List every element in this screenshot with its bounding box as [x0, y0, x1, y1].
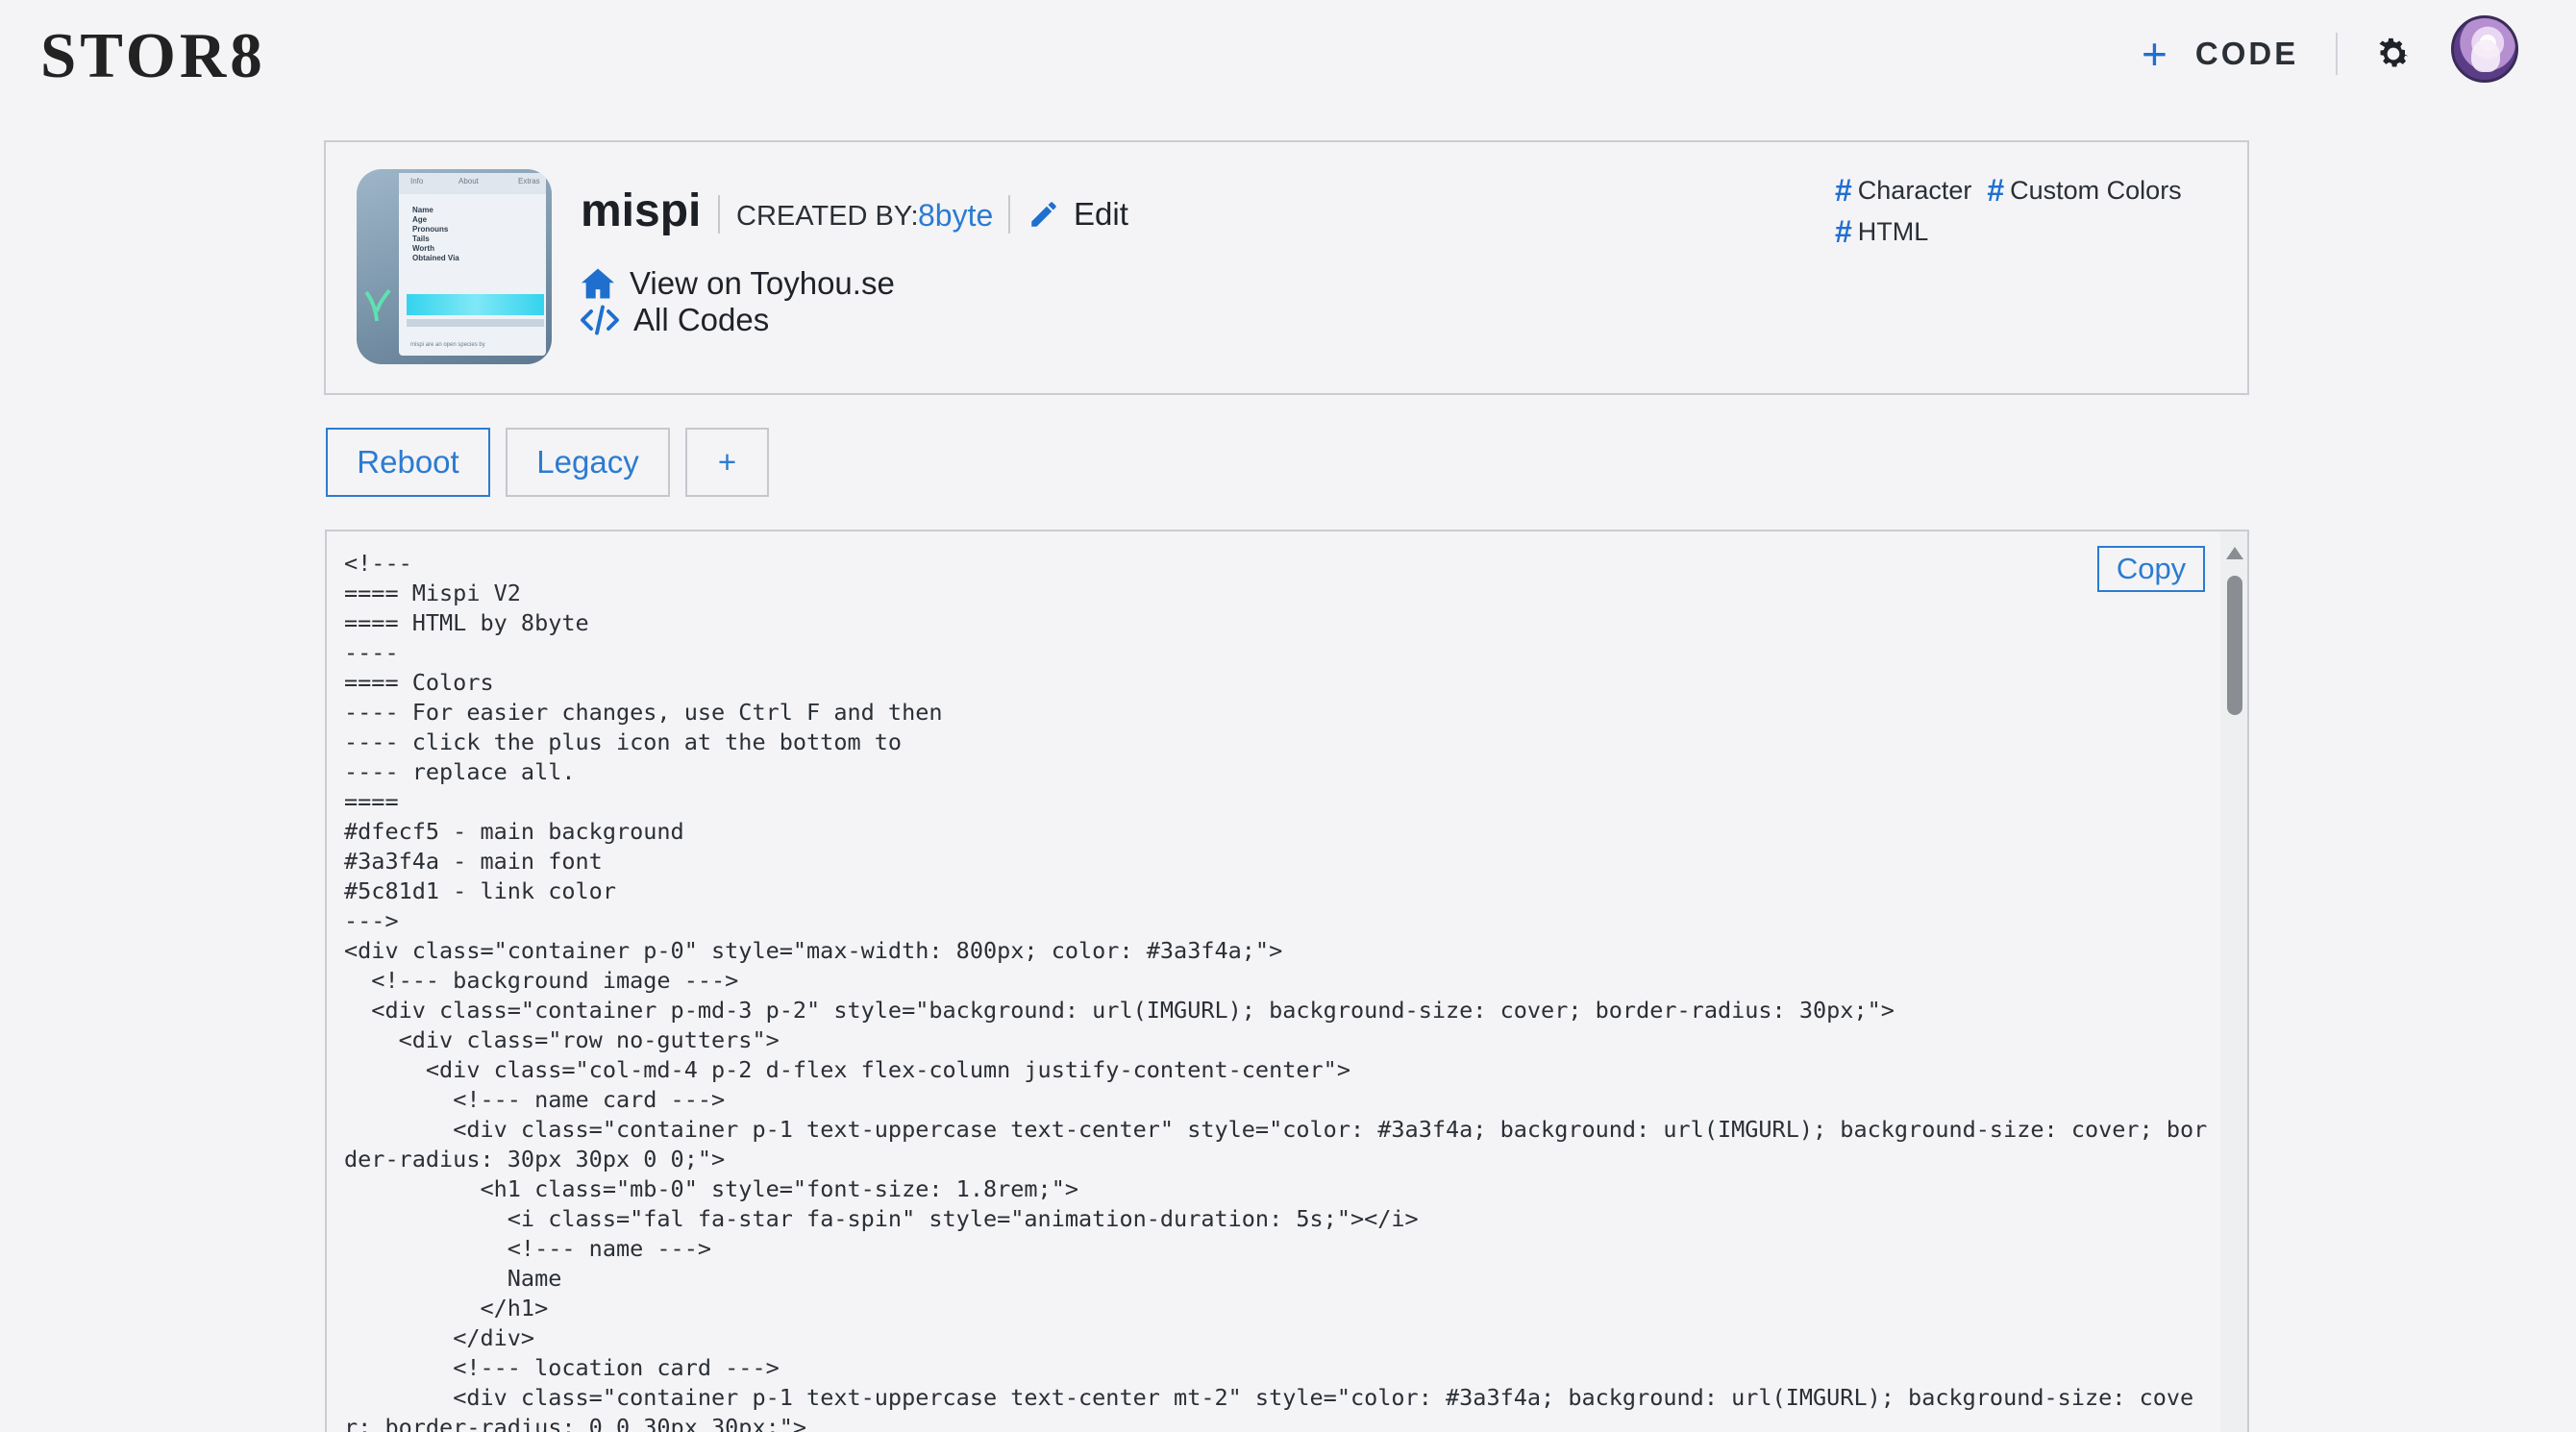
code-text[interactable]: <!--- ==== Mispi V2 ==== HTML by 8byte -…: [344, 549, 2209, 1432]
thumbnail-tab: About: [458, 177, 479, 185]
avatar[interactable]: [2451, 15, 2518, 83]
tag-label: HTML: [1857, 217, 1929, 246]
scrollbar-thumb[interactable]: [2227, 576, 2242, 715]
creator-divider: [1008, 195, 1010, 234]
top-navbar: STOR8 + CODE: [0, 0, 2576, 106]
thumbnail-footer: mispi are an open species by: [410, 342, 485, 348]
thumbnail-divider: [407, 319, 544, 327]
thumbnail-fields: Name Age Pronouns Tails Worth Obtained V…: [412, 206, 459, 263]
created-by-label: CREATED BY:: [736, 201, 919, 232]
site-logo[interactable]: STOR8: [40, 19, 266, 93]
version-reboot-button[interactable]: Reboot: [326, 428, 490, 497]
edit-label: Edit: [1074, 196, 1128, 232]
tag-label: Custom Colors: [2010, 176, 2182, 205]
new-code-button[interactable]: + CODE: [2142, 29, 2298, 79]
thumbnail-field: Age: [412, 215, 428, 224]
version-legacy-button[interactable]: Legacy: [506, 428, 670, 497]
plus-icon: +: [2142, 29, 2170, 79]
navbar-divider: [2336, 33, 2338, 75]
thumbnail-field: Worth: [412, 244, 434, 253]
thumbnail-panel: [399, 173, 546, 356]
thumbnail-field: Name: [412, 206, 433, 214]
view-on-toyhouse-label: View on Toyhou.se: [630, 265, 895, 301]
pencil-icon: [1031, 202, 1056, 227]
hash-icon: #: [1987, 173, 2005, 208]
gear-icon[interactable]: [2374, 35, 2413, 73]
home-icon: [582, 268, 614, 299]
copy-button[interactable]: Copy: [2097, 546, 2205, 592]
edit-button[interactable]: Edit: [1028, 196, 1128, 233]
add-version-button[interactable]: +: [685, 428, 769, 497]
new-code-label: CODE: [2194, 36, 2299, 71]
thumbnail-field: Tails: [412, 235, 430, 243]
thumbnail-color-bar: [407, 294, 544, 315]
code-thumbnail[interactable]: Info About Extras Name Age Pronouns Tail…: [357, 169, 552, 364]
thumbnail-tab: Info: [410, 177, 424, 185]
creator-link[interactable]: 8byte: [918, 198, 993, 234]
code-icon: [581, 305, 619, 335]
all-codes-label: All Codes: [633, 302, 770, 337]
tag-list: # Character # Custom Colors # HTML: [1835, 173, 2239, 256]
thumbnail-tab: Extras: [518, 177, 540, 185]
plant-icon: [364, 288, 391, 321]
tag-html[interactable]: # HTML: [1835, 214, 1928, 250]
title-divider: [718, 195, 720, 234]
all-codes-link[interactable]: All Codes: [580, 302, 769, 338]
thumbnail-field: Obtained Via: [412, 254, 459, 262]
hash-icon: #: [1835, 214, 1852, 249]
code-info-card: Info About Extras Name Age Pronouns Tail…: [324, 140, 2249, 395]
code-title: mispi: [581, 185, 702, 236]
tag-character[interactable]: # Character: [1835, 173, 1971, 209]
tag-label: Character: [1857, 176, 1972, 205]
scroll-up-arrow-icon[interactable]: [2226, 547, 2243, 559]
tag-custom-colors[interactable]: # Custom Colors: [1987, 173, 2181, 209]
thumbnail-field: Pronouns: [412, 225, 449, 234]
view-on-toyhouse-link[interactable]: View on Toyhou.se: [580, 265, 895, 302]
code-panel: <!--- ==== Mispi V2 ==== HTML by 8byte -…: [325, 530, 2249, 1432]
hash-icon: #: [1835, 173, 1852, 208]
